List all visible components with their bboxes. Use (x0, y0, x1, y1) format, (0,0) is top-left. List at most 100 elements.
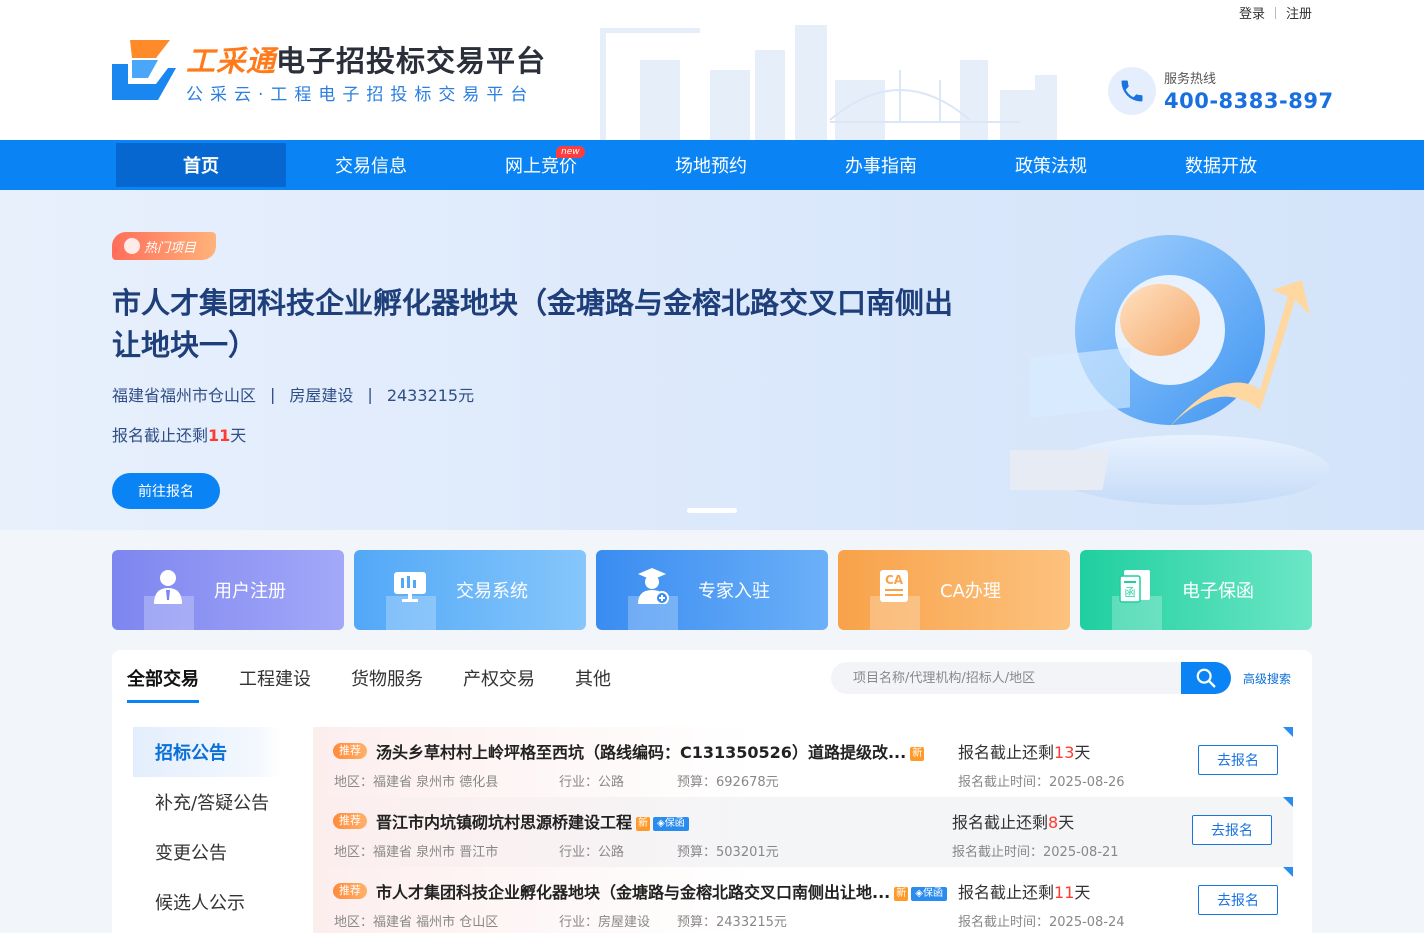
quick-trade-system[interactable]: 交易系统 (354, 550, 586, 630)
table-row: 推荐 市人才集团科技企业孵化器地块（金塘路与金榕北路交叉口南侧出让地... 新 ◈保… (313, 867, 1293, 933)
meta-budget: 预算：503201元 (677, 841, 779, 860)
new-badge: new (556, 146, 585, 158)
hotline-number: 400-8383-897 (1164, 89, 1334, 113)
deadline-prefix: 报名截止还剩 (958, 883, 1055, 902)
register-link[interactable]: 注册 (1286, 3, 1312, 22)
banner-industry: 房屋建设 (289, 386, 354, 405)
nav-trade-info[interactable]: 交易信息 (286, 140, 456, 190)
quick-e-guarantee-label: 电子保函 (1182, 581, 1254, 602)
region-label: 地区： (334, 915, 374, 930)
user-icon (136, 550, 200, 630)
tab-property-rights[interactable]: 产权交易 (463, 665, 535, 703)
new-badge: 新 (910, 746, 925, 761)
deadline-date: 报名截止时间：2025-08-21 (952, 841, 1119, 860)
tab-all-trades[interactable]: 全部交易 (127, 665, 199, 703)
deadline-suffix: 天 (1058, 813, 1075, 832)
advanced-search-link[interactable]: 高级搜索 (1243, 670, 1291, 687)
nav-online-bidding[interactable]: 网上竞价 new (456, 140, 626, 190)
nav-service-guide[interactable]: 办事指南 (796, 140, 966, 190)
project-meta: 地区：福建省 福州市 仓山区 行业：房屋建设 预算：2433215元 (334, 911, 787, 930)
banner-separator: | (367, 384, 373, 404)
quick-expert-join[interactable]: 专家入驻 (596, 550, 828, 630)
divider (1274, 6, 1276, 19)
hero-banner: 热门项目 市人才集团科技企业孵化器地块（金塘路与金榕北路交叉口南侧出让地块一） … (0, 190, 1424, 530)
meta-budget: 预算：2433215元 (677, 911, 787, 930)
banner-separator: | (270, 384, 276, 404)
corner-flag (1283, 727, 1293, 737)
region-label: 地区： (334, 845, 374, 860)
site-header: 登录 注册 工采通电子招投标交易平台 公采云·工程电子招投标交易平台 服务热线 … (0, 0, 1424, 140)
trade-panel: 全部交易 工程建设 货物服务 产权交易 其他 高级搜索 招标公告 补充/答疑公告… (112, 650, 1312, 933)
project-meta: 地区：福建省 泉州市 德化县 行业：公路 预算：692678元 (334, 771, 779, 790)
signup-button[interactable]: 去报名 (1198, 745, 1278, 775)
budget-value: 2433215元 (716, 915, 787, 930)
coin-chart-illustration (1010, 235, 1330, 505)
deadline-prefix: 报名截止还剩 (958, 743, 1055, 762)
nav-policies[interactable]: 政策法规 (966, 140, 1136, 190)
deadline-date-label: 报名截止时间： (958, 915, 1050, 930)
nav-home[interactable]: 首页 (116, 143, 286, 187)
deadline-date-label: 报名截止时间： (952, 845, 1044, 860)
new-badge: 新 (636, 816, 651, 831)
region-value: 福建省 泉州市 德化县 (373, 775, 499, 790)
deadline-countdown: 报名截止还剩8天 (952, 809, 1074, 833)
project-meta: 地区：福建省 泉州市 晋江市 行业：公路 预算：503201元 (334, 841, 779, 860)
nav-open-data[interactable]: 数据开放 (1136, 140, 1306, 190)
side-item-supplement-notice[interactable]: 补充/答疑公告 (133, 777, 281, 827)
carousel-indicator[interactable] (687, 508, 737, 513)
project-title-text: 汤头乡草村村上岭坪格至西坑（路线编码：C131350526）道路提级改... (376, 743, 907, 762)
search-input[interactable] (831, 662, 1181, 694)
project-title[interactable]: 市人才集团科技企业孵化器地块（金塘路与金榕北路交叉口南侧出让地... 新 ◈保函 (376, 879, 956, 903)
flame-icon (124, 238, 140, 254)
banner-deadline-suffix: 天 (230, 426, 247, 445)
budget-label: 预算： (677, 915, 717, 930)
meta-industry: 行业：房屋建设 (559, 911, 677, 930)
industry-label: 行业： (559, 775, 599, 790)
project-title[interactable]: 汤头乡草村村上岭坪格至西坑（路线编码：C131350526）道路提级改...新◈… (376, 739, 956, 763)
quick-ca-service[interactable]: CA CA办理 (838, 550, 1070, 630)
shield-icon: ◈ (915, 887, 923, 899)
hot-project-label: 热门项目 (144, 240, 197, 256)
quick-user-register[interactable]: 用户注册 (112, 550, 344, 630)
signup-button[interactable]: 去报名 (1198, 885, 1278, 915)
quick-user-register-label: 用户注册 (214, 581, 286, 602)
banner-deadline: 报名截止还剩11天 (112, 422, 246, 446)
quick-e-guarantee[interactable]: 函 电子保函 (1080, 550, 1312, 630)
nav-venue-booking[interactable]: 场地预约 (626, 140, 796, 190)
project-title[interactable]: 晋江市内坑镇砌坑村思源桥建设工程新 ◈保函 (376, 809, 936, 833)
deadline-days: 8 (1048, 813, 1059, 832)
tab-goods-services[interactable]: 货物服务 (351, 665, 423, 703)
side-item-change-notice[interactable]: 变更公告 (133, 827, 281, 877)
quick-trade-system-label: 交易系统 (456, 581, 528, 602)
side-item-tender-notice[interactable]: 招标公告 (133, 727, 281, 777)
deadline-countdown: 报名截止还剩13天 (958, 739, 1090, 763)
budget-value: 692678元 (716, 775, 779, 790)
tab-engineering[interactable]: 工程建设 (239, 665, 311, 703)
search-button[interactable] (1181, 662, 1231, 694)
budget-label: 预算： (677, 775, 717, 790)
hot-project-tag: 热门项目 (112, 232, 216, 260)
shield-icon: ◈ (657, 817, 665, 829)
brand-subtitle: 公采云·工程电子招投标交易平台 (186, 85, 535, 105)
go-signup-button[interactable]: 前往报名 (112, 473, 220, 509)
industry-value: 公路 (598, 845, 625, 860)
project-title-text: 市人才集团科技企业孵化器地块（金塘路与金榕北路交叉口南侧出让地... (376, 883, 891, 902)
brand-logo[interactable] (112, 38, 176, 102)
meta-industry: 行业：公路 (559, 841, 677, 860)
meta-region: 地区：福建省 泉州市 德化县 (334, 771, 559, 790)
signup-button[interactable]: 去报名 (1192, 815, 1272, 845)
quick-expert-join-label: 专家入驻 (698, 581, 770, 602)
guarantee-icon-text: 函 (1125, 586, 1136, 599)
chart-monitor-icon (378, 550, 442, 630)
banner-budget: 2433215元 (386, 386, 475, 405)
banner-title[interactable]: 市人才集团科技企业孵化器地块（金塘路与金榕北路交叉口南侧出让地块一） (112, 282, 972, 366)
side-item-candidate-notice[interactable]: 候选人公示 (133, 877, 281, 927)
login-link[interactable]: 登录 (1239, 3, 1265, 22)
project-title-text: 晋江市内坑镇砌坑村思源桥建设工程 (376, 813, 633, 832)
tab-other[interactable]: 其他 (575, 665, 611, 703)
deadline-suffix: 天 (1074, 743, 1091, 762)
hotline-label: 服务热线 (1164, 72, 1217, 87)
meta-budget: 预算：692678元 (677, 771, 779, 790)
region-value: 福建省 泉州市 晋江市 (373, 845, 499, 860)
new-badge: 新 (894, 886, 909, 901)
